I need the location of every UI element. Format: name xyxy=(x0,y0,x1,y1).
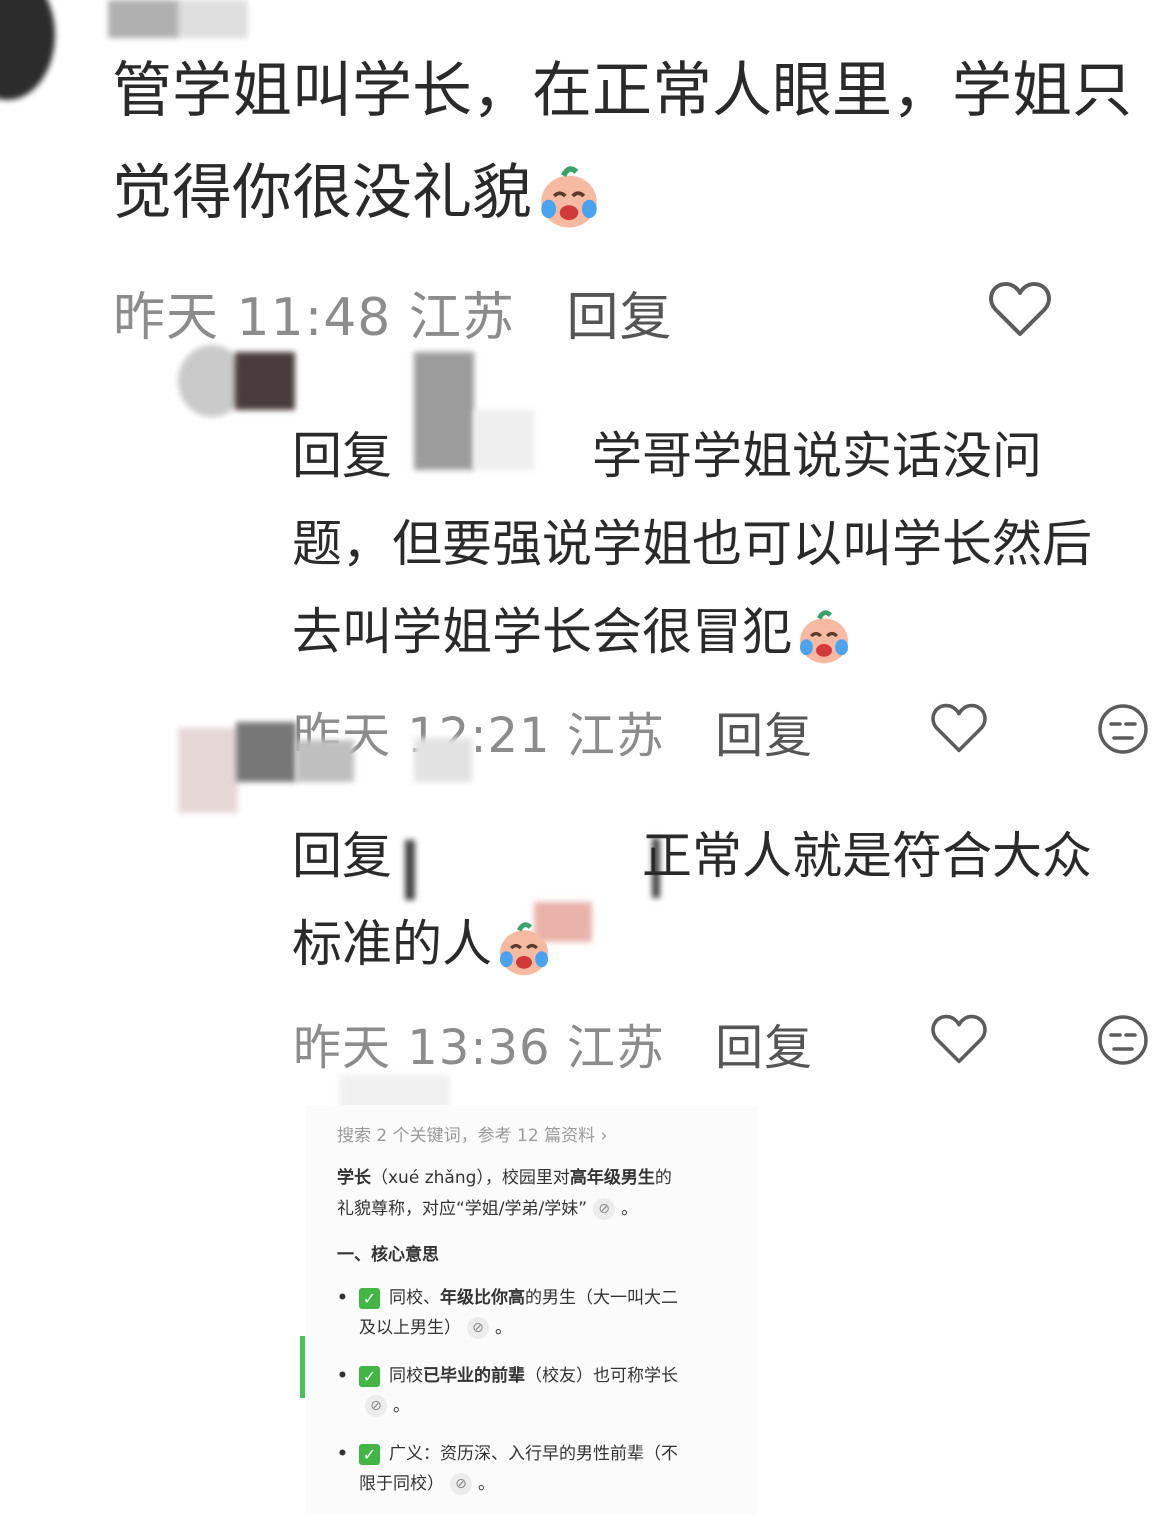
search-summary[interactable]: 搜索 2 个关键词，参考 12 篇资料 › xyxy=(337,1121,607,1146)
reply-meta: 昨天 12:21 江苏 回复 xyxy=(293,696,813,766)
comment-text: 管学姐叫学长，在正常人眼里，学姐只 觉得你很没礼貌 xyxy=(112,40,1132,244)
heart-icon[interactable] xyxy=(930,702,988,754)
comment-time: 昨天 11:48 xyxy=(113,288,392,348)
bullet-mark: • xyxy=(337,1366,348,1386)
list-item: • ✓ 同校已毕业的前辈（校友）也可称学长 ⊘。 xyxy=(337,1361,737,1421)
check-icon: ✓ xyxy=(359,1288,380,1309)
reply-prefix: 回复 xyxy=(292,427,392,485)
comment-meta: 昨天 11:48 江苏 回复 xyxy=(113,275,672,350)
laughing-crying-emoji xyxy=(500,921,548,975)
username-blur-reply2b xyxy=(296,740,354,782)
heart-icon[interactable] xyxy=(930,1013,988,1065)
bullet-mark: • xyxy=(337,1444,348,1464)
avatar-blur-top xyxy=(0,0,55,100)
reply-button[interactable]: 回复 xyxy=(715,708,813,764)
image-attachment[interactable]: 搜索 2 个关键词，参考 12 篇资料 › 学长（xué zhǎng），校园里对… xyxy=(305,1105,757,1515)
comment-location: 江苏 xyxy=(566,1020,665,1076)
username-blur-top xyxy=(108,0,248,38)
meh-face-icon[interactable] xyxy=(1096,702,1150,756)
section-heading: 一、核心意思 xyxy=(337,1245,439,1265)
comment-time: 昨天 13:36 xyxy=(293,1020,551,1076)
link-icon[interactable]: ⊘ xyxy=(450,1473,472,1495)
avatar-blur-reply2 xyxy=(178,728,238,813)
definition-paragraph: 学长（xué zhǎng），校园里对高年级男生的 礼貌尊称，对应“学姐/学弟/学… xyxy=(337,1168,672,1220)
heart-icon[interactable] xyxy=(988,280,1052,338)
link-icon[interactable]: ⊘ xyxy=(467,1317,489,1339)
check-icon: ✓ xyxy=(359,1366,380,1387)
mention-blur-reply2 xyxy=(414,738,472,782)
link-icon[interactable]: ⊘ xyxy=(593,1198,616,1220)
reply-text: 回复 正常人就是符合大众 标准的人 xyxy=(292,812,1092,988)
username-blur-reply2 xyxy=(236,722,296,782)
meh-face-icon[interactable] xyxy=(1096,1013,1150,1067)
link-icon[interactable]: ⊘ xyxy=(365,1395,387,1417)
check-icon: ✓ xyxy=(359,1444,380,1465)
comment-location: 江苏 xyxy=(566,708,665,764)
reply-button[interactable]: 回复 xyxy=(715,1020,813,1076)
reply-meta: 昨天 13:36 江苏 回复 xyxy=(293,1008,813,1078)
reply-button[interactable]: 回复 xyxy=(566,288,672,348)
reply-text: 回复 学哥学姐说实话没问 题，但要强说学姐也可以叫学长然后 去叫学姐学长会很冒犯 xyxy=(292,412,1092,676)
laughing-crying-emoji xyxy=(541,166,597,228)
comment-location: 江苏 xyxy=(408,288,515,348)
list-item: • ✓ 广义：资历深、入行早的男性前辈（不 限于同校） ⊘。 xyxy=(337,1439,737,1499)
list-item: • ✓ 同校、年级比你高的男生（大一叫大二 及以上男生） ⊘。 xyxy=(337,1283,737,1343)
username-blur-reply1 xyxy=(235,352,295,410)
reply-prefix: 回复 xyxy=(292,827,392,885)
bullet-mark: • xyxy=(337,1288,348,1308)
laughing-crying-emoji xyxy=(800,609,848,663)
